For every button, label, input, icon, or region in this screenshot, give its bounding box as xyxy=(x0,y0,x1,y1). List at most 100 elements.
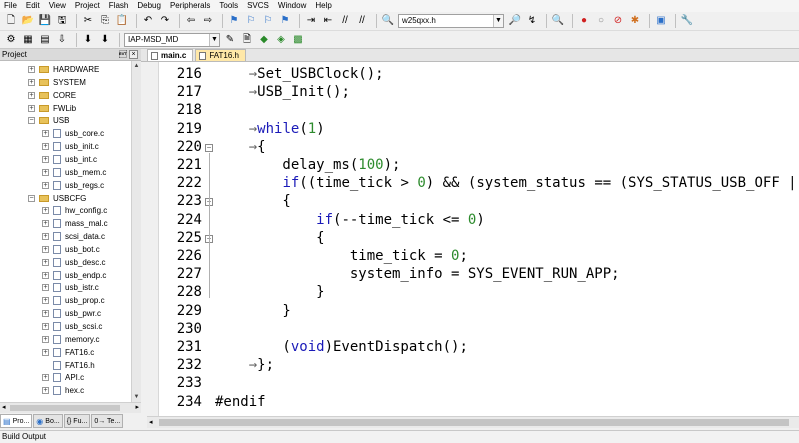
load-icon[interactable]: ⬇ xyxy=(98,33,112,47)
incremental-find-icon[interactable]: ↯ xyxy=(525,14,539,28)
expand-icon[interactable]: + xyxy=(42,335,49,343)
tree-folder[interactable]: − USB xyxy=(28,114,69,127)
tree-folder[interactable]: − USBCFG xyxy=(28,192,86,205)
menu-tools[interactable]: Tools xyxy=(215,0,243,12)
open-file-icon[interactable]: 📂 xyxy=(21,14,35,28)
tab-templates[interactable]: 0→ Te... xyxy=(91,414,124,428)
menu-help[interactable]: Help xyxy=(311,0,336,12)
tree-file[interactable]: + usb_regs.c xyxy=(42,179,104,192)
translate-icon[interactable]: ⚙ xyxy=(4,33,18,47)
expand-icon[interactable]: + xyxy=(42,168,49,176)
expand-icon[interactable]: + xyxy=(42,130,49,138)
paste-icon[interactable]: 📋 xyxy=(115,14,129,28)
tree-file[interactable]: + usb_scsi.c xyxy=(42,320,102,333)
menu-debug[interactable]: Debug xyxy=(133,0,166,12)
tree-file[interactable]: + usb_mem.c xyxy=(42,166,106,179)
tree-folder[interactable]: + CORE xyxy=(28,89,76,102)
editor-horizontal-scrollbar[interactable]: ◂ xyxy=(147,416,799,428)
find-combo[interactable]: w25qxx.h ▼ xyxy=(398,14,504,28)
code-line[interactable]: if(--time_tick <= 0) xyxy=(215,212,485,228)
code-line[interactable]: →{ xyxy=(215,139,266,155)
code-line[interactable]: →while(1) xyxy=(215,121,325,137)
tree-file[interactable]: + usb_endp.c xyxy=(42,269,106,282)
expand-icon[interactable]: + xyxy=(42,258,49,266)
scroll-left-icon[interactable]: ◂ xyxy=(149,417,153,428)
tree-file[interactable]: + mass_mal.c xyxy=(42,217,108,230)
tree-file[interactable]: + usb_init.c xyxy=(42,140,99,153)
breakpoint-disable-icon[interactable]: ○ xyxy=(594,14,608,28)
pack-installer-icon[interactable]: ▩ xyxy=(291,33,305,47)
expand-icon[interactable]: + xyxy=(42,181,49,189)
code-line[interactable]: { xyxy=(215,193,290,209)
tree-file[interactable]: + usb_istr.c xyxy=(42,281,99,294)
expand-icon[interactable]: + xyxy=(28,91,35,99)
close-icon[interactable]: × xyxy=(129,50,138,59)
code-line[interactable]: →USB_Init(); xyxy=(215,84,350,100)
code-line[interactable]: #endif xyxy=(215,394,266,410)
scroll-up-icon[interactable]: ▲ xyxy=(132,61,141,71)
scroll-thumb[interactable] xyxy=(159,419,789,426)
comment-icon[interactable]: // xyxy=(338,14,352,28)
menu-flash[interactable]: Flash xyxy=(105,0,134,12)
expand-icon[interactable]: + xyxy=(42,387,49,395)
target-options-icon[interactable]: ✎ xyxy=(223,33,237,47)
tree-file[interactable]: + usb_pwr.c xyxy=(42,307,101,320)
code-line[interactable]: (void)EventDispatch(); xyxy=(215,339,467,355)
code-line[interactable]: system_info = SYS_EVENT_RUN_APP; xyxy=(215,266,620,282)
expand-icon[interactable]: + xyxy=(42,233,49,241)
nav-back-icon[interactable]: ⇦ xyxy=(184,14,198,28)
project-horizontal-scrollbar[interactable]: ◂ ▸ xyxy=(0,402,141,413)
expand-icon[interactable]: + xyxy=(42,220,49,228)
tab-project[interactable]: ▤ Pro... xyxy=(0,414,33,428)
breakpoint-gutter[interactable] xyxy=(147,62,159,416)
download-icon[interactable]: ⬇ xyxy=(81,33,95,47)
configure-icon[interactable]: 🔧 xyxy=(680,14,694,28)
new-file-icon[interactable]: 🗋 xyxy=(4,14,18,28)
code-line[interactable] xyxy=(215,102,249,118)
breakpoint-icon[interactable]: ● xyxy=(577,14,591,28)
scroll-right-icon[interactable]: ▸ xyxy=(135,403,139,413)
tree-file[interactable]: + scsi_data.c xyxy=(42,230,105,243)
expand-icon[interactable]: + xyxy=(42,374,49,382)
run-time-env-icon[interactable]: ◈ xyxy=(274,33,288,47)
project-vertical-scrollbar[interactable]: ▲ ▼ xyxy=(131,61,141,402)
tree-file[interactable]: + hw_config.c xyxy=(42,204,107,217)
menu-project[interactable]: Project xyxy=(71,0,105,12)
expand-icon[interactable]: + xyxy=(42,284,49,292)
tree-folder[interactable]: + SYSTEM xyxy=(28,76,86,89)
expand-icon[interactable]: + xyxy=(28,66,35,73)
nav-forward-icon[interactable]: ⇨ xyxy=(201,14,215,28)
menu-edit[interactable]: Edit xyxy=(22,0,45,12)
chevron-down-icon[interactable]: ▼ xyxy=(493,15,503,27)
menu-peripherals[interactable]: Peripherals xyxy=(166,0,215,12)
save-icon[interactable]: 💾 xyxy=(38,14,52,28)
bookmark-clear-icon[interactable]: ⚑ xyxy=(278,14,292,28)
tree-file[interactable]: + FAT16.c xyxy=(42,346,94,359)
cut-icon[interactable]: ✂ xyxy=(81,14,95,28)
window-layout-icon[interactable]: ▣ xyxy=(654,14,668,28)
expand-icon[interactable]: + xyxy=(42,323,49,330)
expand-icon[interactable]: + xyxy=(42,348,49,356)
chevron-down-icon[interactable]: ▼ xyxy=(209,33,219,46)
save-all-icon[interactable]: 🖫 xyxy=(55,14,69,28)
bookmark-icon[interactable]: ⚑ xyxy=(227,14,241,28)
expand-icon[interactable]: + xyxy=(42,155,49,163)
breakpoint-kill-icon[interactable]: ✱ xyxy=(628,14,642,28)
expand-icon[interactable]: + xyxy=(42,297,49,305)
batch-build-icon[interactable]: ⇩ xyxy=(55,33,69,47)
fold-toggle-icon[interactable]: − xyxy=(205,143,213,152)
tab-main-c[interactable]: main.c xyxy=(147,49,194,61)
tree-file[interactable]: + usb_int.c xyxy=(42,153,97,166)
tree-file[interactable]: + API.c xyxy=(42,371,84,384)
code-line[interactable]: { xyxy=(215,230,324,246)
build-icon[interactable]: ▦ xyxy=(21,33,35,47)
expand-icon[interactable]: + xyxy=(42,271,49,279)
bookmark-prev-icon[interactable]: ⚐ xyxy=(244,14,258,28)
code-line[interactable]: delay_ms(100); xyxy=(215,157,400,173)
rebuild-icon[interactable]: ▤ xyxy=(38,33,52,47)
tree-file[interactable]: + usb_bot.c xyxy=(42,243,100,256)
expand-icon[interactable]: + xyxy=(28,78,35,86)
indent-icon[interactable]: ⇥ xyxy=(304,14,318,28)
tree-file[interactable]: + usb_desc.c xyxy=(42,256,105,269)
find-in-files-icon[interactable]: 🔎 xyxy=(508,14,522,28)
